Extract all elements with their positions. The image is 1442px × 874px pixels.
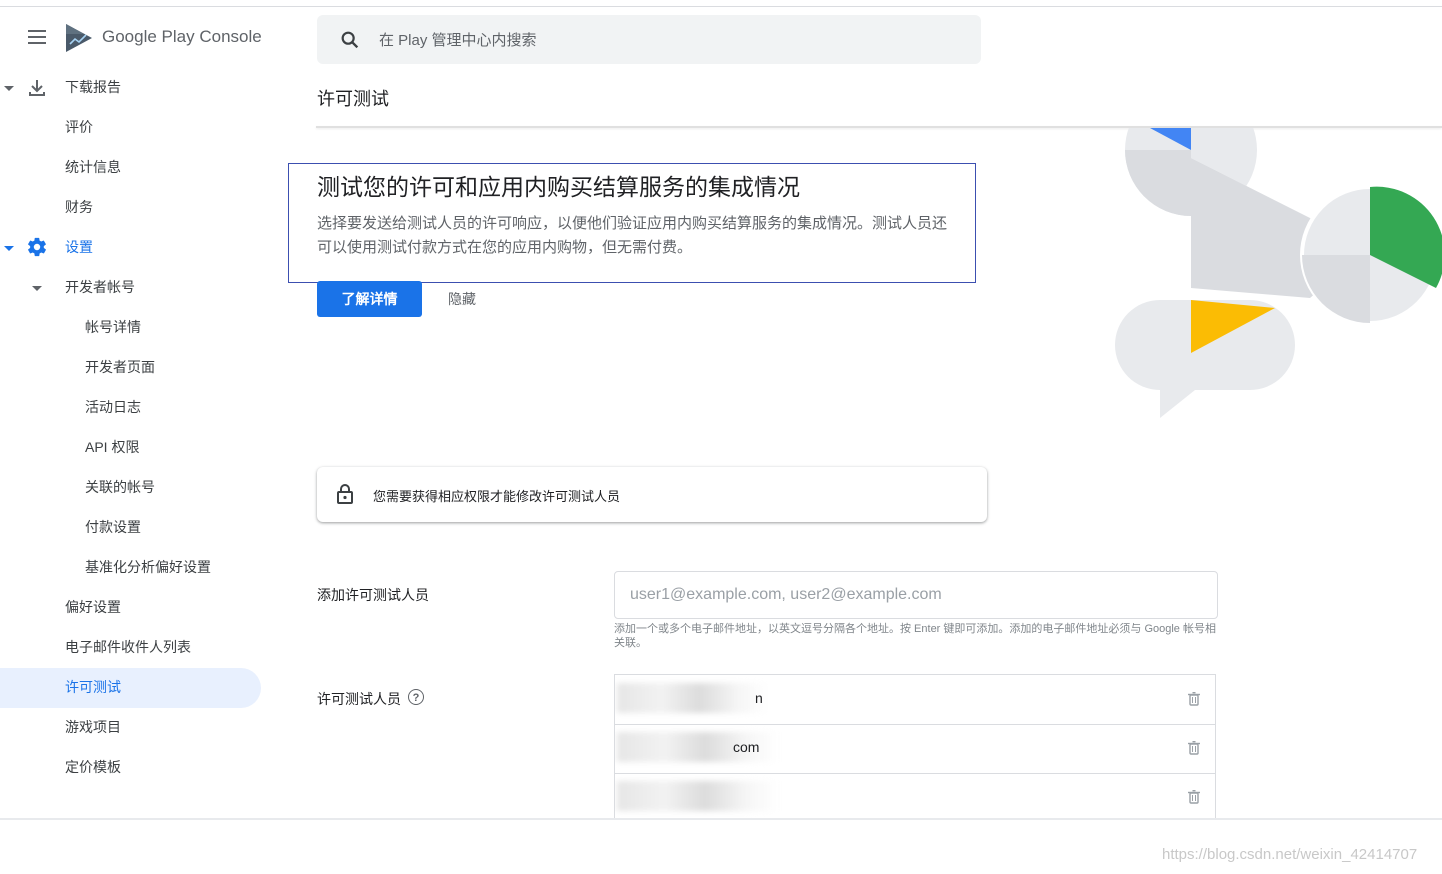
list-item — [615, 773, 1215, 820]
sidebar-item-linked-accounts[interactable]: 关联的帐号 — [85, 467, 155, 507]
delete-icon[interactable] — [1188, 790, 1200, 804]
sidebar-item-email-lists[interactable]: 电子邮件收件人列表 — [65, 627, 191, 667]
sidebar-item-payments-settings[interactable]: 付款设置 — [85, 507, 141, 547]
sidebar-item-settings[interactable]: 设置 — [65, 227, 93, 267]
page-title: 许可测试 — [317, 89, 389, 109]
help-icon[interactable]: ? — [408, 689, 424, 705]
tester-email: com — [733, 739, 760, 755]
sidebar-item-activity-log[interactable]: 活动日志 — [85, 387, 141, 427]
permission-notice-card: 您需要获得相应权限才能修改许可测试人员 — [317, 467, 987, 522]
sidebar-item-developer-account[interactable]: 开发者帐号 — [65, 267, 135, 307]
sidebar-item-pricing-templates[interactable]: 定价模板 — [65, 747, 121, 787]
search-bar[interactable] — [317, 15, 981, 66]
redacted-email-blur — [617, 781, 777, 811]
sidebar-item-benchmarking-preferences[interactable]: 基准化分析偏好设置 — [85, 547, 211, 587]
menu-icon[interactable] — [22, 26, 52, 52]
sidebar-item-api-access[interactable]: API 权限 — [85, 427, 139, 467]
license-testing-illustration — [1115, 128, 1442, 418]
hide-button[interactable]: 隐藏 — [440, 281, 484, 317]
top-border — [0, 6, 1442, 7]
sidebar-item-game-projects[interactable]: 游戏项目 — [65, 707, 121, 747]
sidebar-item-statistics[interactable]: 统计信息 — [65, 147, 121, 187]
sidebar-item-reviews[interactable]: 评价 — [65, 107, 93, 147]
play-console-logo-icon — [66, 24, 92, 52]
watermark: https://blog.csdn.net/weixin_42414707 — [1162, 846, 1418, 863]
testers-label: 许可测试人员 — [317, 691, 401, 707]
search-icon — [341, 31, 359, 49]
testers-list: n com — [614, 674, 1216, 820]
gear-icon — [28, 237, 46, 257]
tester-email: n — [755, 690, 763, 706]
sidebar-item-preferences[interactable]: 偏好设置 — [65, 587, 121, 627]
learn-more-button[interactable]: 了解详情 — [317, 281, 422, 317]
permission-notice-text: 您需要获得相应权限才能修改许可测试人员 — [373, 489, 621, 504]
add-testers-helper-text: 添加一个或多个电子邮件地址，以英文逗号分隔各个地址。按 Enter 键即可添加。… — [614, 623, 1216, 649]
list-item: n — [615, 675, 1215, 725]
sidebar-item-finance[interactable]: 财务 — [65, 187, 93, 227]
nav-active-highlight — [0, 668, 261, 708]
bottom-border — [0, 818, 1442, 820]
sidebar-item-license-testing[interactable]: 许可测试 — [65, 667, 121, 707]
caret-down-icon[interactable] — [4, 246, 14, 251]
list-item: com — [615, 724, 1215, 774]
sidebar-item-account-details[interactable]: 帐号详情 — [85, 307, 141, 347]
add-testers-field[interactable] — [614, 571, 1218, 619]
banner-body: 选择要发送给测试人员的许可响应，以便他们验证应用内购买结算服务的集成情况。测试人… — [317, 215, 948, 256]
add-testers-label: 添加许可测试人员 — [317, 587, 429, 603]
sidebar-item-download-reports[interactable]: 下载报告 — [65, 67, 121, 107]
search-input[interactable] — [377, 15, 941, 66]
delete-icon[interactable] — [1188, 692, 1200, 706]
sidebar-item-developer-page[interactable]: 开发者页面 — [85, 347, 155, 387]
redacted-email-blur — [617, 683, 767, 713]
logo-google-play: Google Play — [102, 27, 195, 46]
caret-down-icon[interactable] — [4, 86, 14, 91]
add-testers-input[interactable] — [615, 572, 1217, 618]
download-icon — [29, 80, 45, 96]
logo-console: Console — [199, 27, 262, 46]
delete-icon[interactable] — [1188, 741, 1200, 755]
caret-down-icon[interactable] — [32, 286, 42, 291]
banner-heading: 测试您的许可和应用内购买结算服务的集成情况 — [317, 174, 800, 200]
app-logo-text: Google Play Console — [102, 27, 262, 47]
lock-icon — [337, 484, 353, 504]
